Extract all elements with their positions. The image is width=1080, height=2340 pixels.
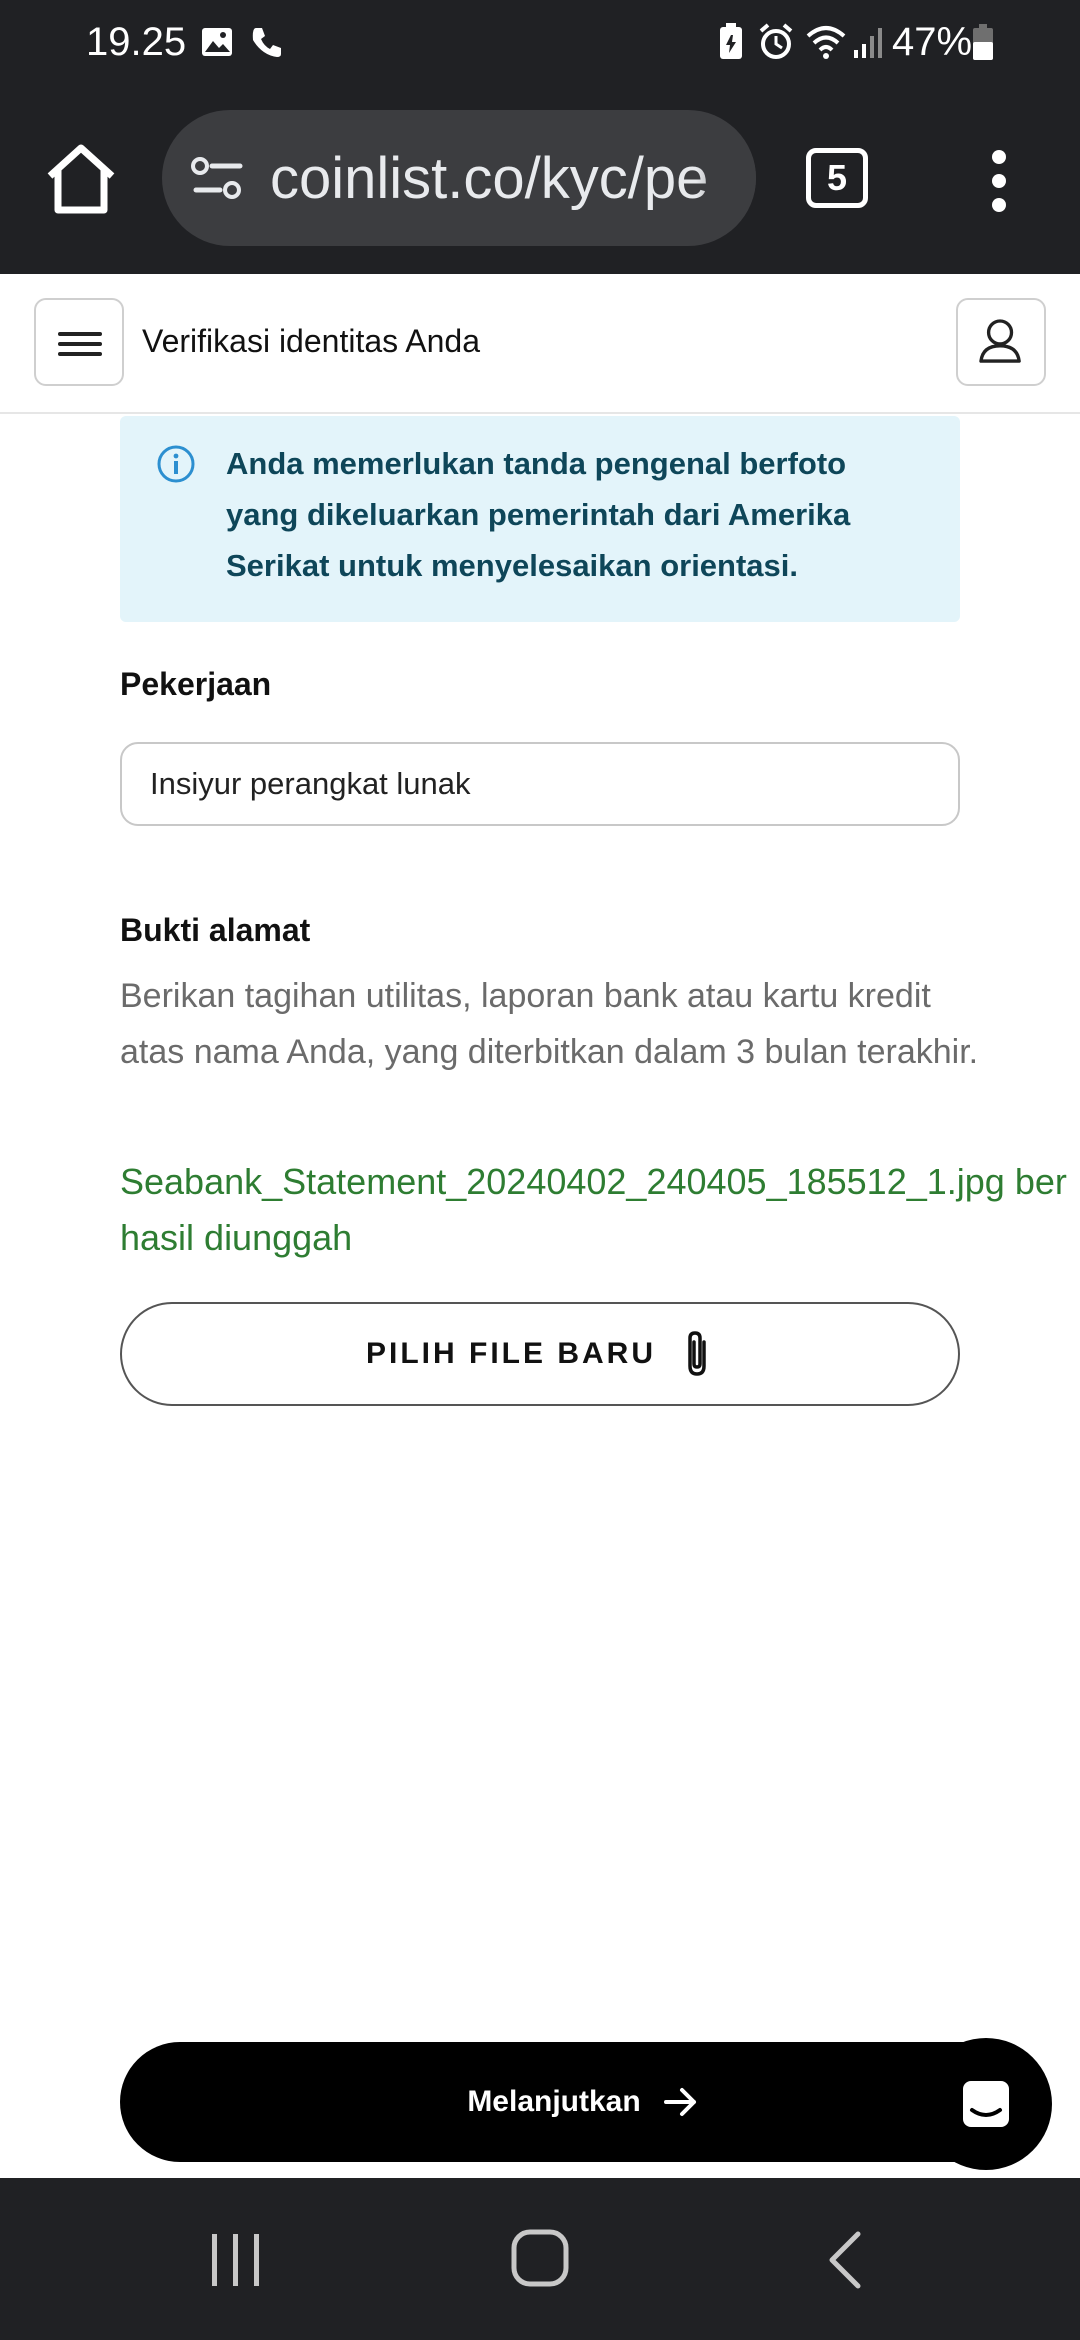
status-time: 19.25 — [86, 20, 187, 64]
more-vert-icon[interactable] — [984, 150, 1014, 214]
url-text[interactable]: coinlist.co/kyc/pe — [270, 146, 708, 212]
user-profile-icon — [979, 319, 1021, 363]
page-title: Verifikasi identitas Anda — [142, 323, 480, 359]
info-alert: Anda memerlukan tanda pengenal berfoto y… — [120, 416, 960, 622]
gallery-icon — [202, 28, 232, 56]
recent-apps-icon[interactable] — [208, 2232, 264, 2288]
phone-icon — [252, 28, 281, 57]
hamburger-menu-icon[interactable] — [34, 298, 124, 386]
info-icon — [157, 445, 195, 483]
home-nav-icon[interactable] — [510, 2228, 570, 2288]
continue-button[interactable]: Melanjutkan — [120, 2042, 1046, 2162]
signal-icon — [854, 28, 882, 58]
battery-saver-icon — [720, 23, 742, 59]
battery-icon — [973, 24, 993, 60]
choose-new-file-button[interactable]: PILIH FILE BARU — [120, 1302, 960, 1406]
status-bar: 19.25 47% — [0, 0, 1080, 84]
occupation-input[interactable] — [120, 742, 960, 826]
occupation-label: Pekerjaan — [120, 666, 272, 702]
site-settings-icon[interactable] — [190, 152, 246, 204]
battery-percent: 47% — [892, 20, 973, 64]
browser-toolbar: coinlist.co/kyc/pe 5 — [0, 84, 1080, 274]
alert-message: Anda memerlukan tanda pengenal berfoto y… — [226, 446, 851, 583]
chat-icon — [963, 2081, 1009, 2127]
paperclip-icon — [688, 1331, 706, 1376]
system-nav-bar — [0, 2178, 1080, 2340]
choose-new-file-label: PILIH FILE BARU — [366, 1337, 656, 1370]
tab-switcher-button[interactable]: 5 — [806, 148, 868, 208]
proof-of-address-help: Berikan tagihan utilitas, laporan bank a… — [120, 977, 979, 1071]
page-content: Verifikasi identitas Anda Anda memerluka… — [0, 274, 1080, 2178]
address-bar[interactable]: coinlist.co/kyc/pe — [162, 110, 756, 246]
back-icon[interactable] — [824, 2230, 864, 2290]
user-profile-button[interactable] — [956, 298, 1046, 386]
alarm-icon — [759, 23, 793, 59]
wifi-icon — [806, 26, 846, 59]
chat-button[interactable] — [920, 2038, 1052, 2170]
upload-success-message: Seabank_Statement_20240402_240405_185512… — [120, 1161, 1067, 1258]
arrow-right-icon — [663, 2088, 696, 2116]
proof-of-address-label: Bukti alamat — [120, 912, 311, 948]
continue-label: Melanjutkan — [467, 2085, 641, 2118]
home-icon[interactable] — [40, 138, 122, 220]
app-header: Verifikasi identitas Anda — [0, 274, 1080, 414]
